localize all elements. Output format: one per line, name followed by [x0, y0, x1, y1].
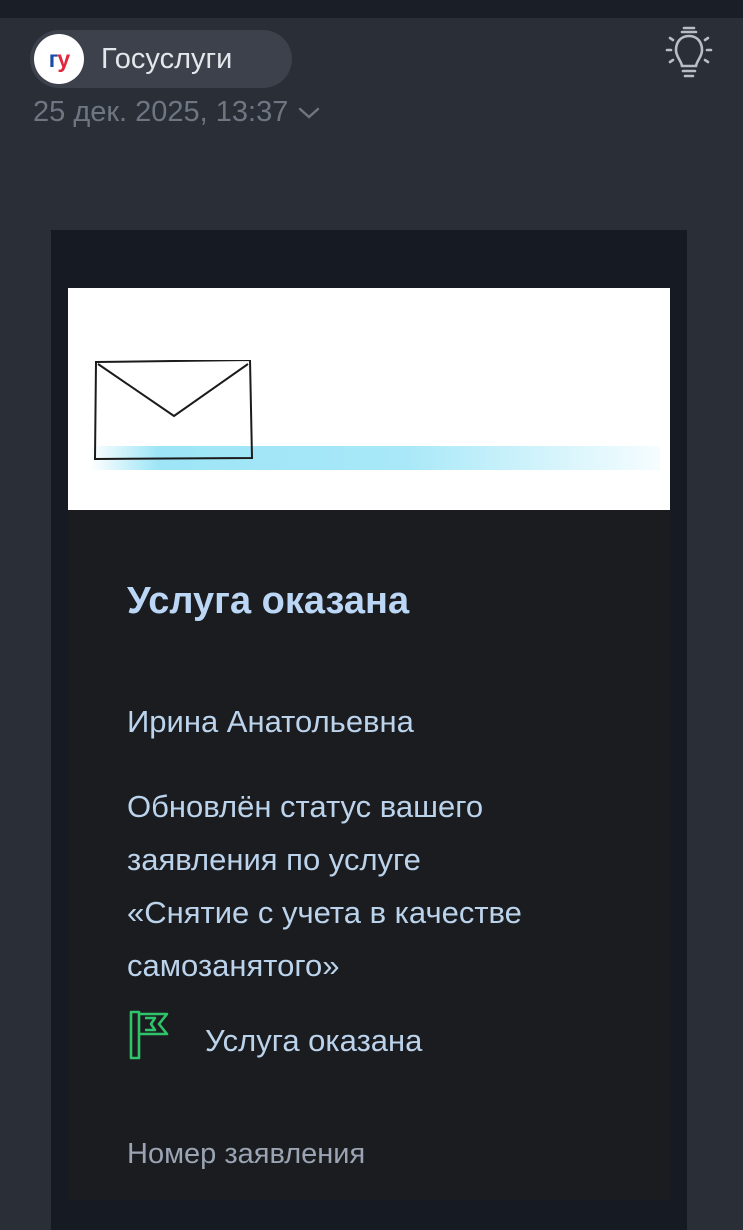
sender-name: Госуслуги	[101, 42, 233, 75]
message-line: «Снятие с учета в качестве	[127, 895, 522, 930]
message-line: Обновлён статус вашего	[127, 789, 484, 824]
chevron-down-icon[interactable]	[298, 106, 320, 120]
email-banner	[68, 288, 670, 510]
top-bar	[0, 0, 743, 18]
status-row: Услуга оказана	[127, 1010, 422, 1060]
gosuslugi-logo-icon: гу	[34, 34, 84, 84]
message-line: самозанятого»	[127, 948, 340, 983]
lightbulb-icon[interactable]	[664, 26, 714, 82]
envelope-icon	[94, 360, 254, 461]
email-title: Услуга оказана	[127, 580, 410, 622]
application-number-label: Номер заявления	[127, 1138, 366, 1170]
message-line: заявления по услуге	[127, 842, 421, 877]
date-text: 25 дек. 2025, 13:37	[33, 96, 289, 128]
status-label: Услуга оказана	[205, 1023, 423, 1058]
sender-chip[interactable]: гу Госуслуги	[30, 30, 292, 88]
status-message: Обновлён статус вашего заявления по услу…	[127, 780, 627, 992]
flag-icon	[129, 1010, 169, 1060]
greeting: Ирина Анатольевна	[127, 704, 414, 739]
email-date[interactable]: 25 дек. 2025, 13:37	[33, 96, 320, 129]
